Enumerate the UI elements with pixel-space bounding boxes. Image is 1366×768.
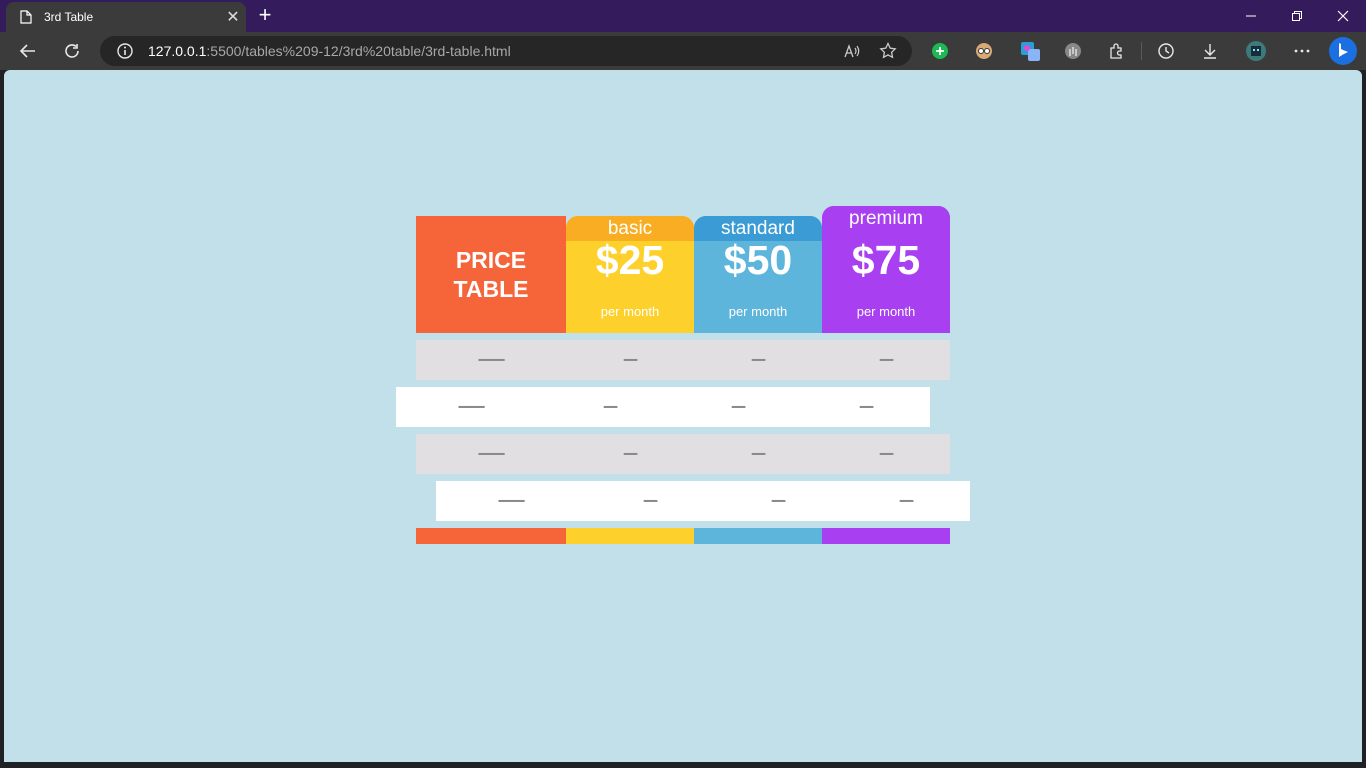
extension-gray[interactable] [1059, 38, 1087, 64]
row-cell: ━━ [603, 400, 617, 414]
title-bar: 3rd Table ✕ + [0, 0, 1366, 32]
read-aloud-button[interactable] [840, 39, 864, 63]
page-icon [20, 10, 32, 24]
plan-period: per month [856, 304, 916, 319]
plan-period: per month [728, 304, 788, 319]
add-extension-button[interactable] [926, 38, 954, 64]
row-cell: ━━━━ [458, 400, 485, 414]
row-cell: ━━ [751, 353, 765, 367]
table-row: ━━━━ ━━ ━━ ━━ [416, 434, 950, 474]
bing-icon [1329, 37, 1357, 65]
row-cell: ━━ [643, 494, 657, 508]
favorite-button[interactable] [876, 39, 900, 63]
table-row: ━━━━ ━━ ━━ ━━ [416, 340, 950, 380]
table-row: ━━━━ ━━ ━━ ━━ [396, 387, 930, 427]
reload-button[interactable] [58, 38, 86, 64]
row-cell: ━━━━ [478, 447, 505, 461]
bing-button[interactable] [1328, 35, 1358, 67]
row-cell: ━━ [623, 447, 637, 461]
minimize-button[interactable] [1228, 0, 1274, 32]
profile-circle-icon [1065, 43, 1081, 59]
settings-menu-button[interactable] [1288, 38, 1316, 64]
star-icon [879, 42, 897, 59]
table-row: ━━━━ ━━ ━━ ━━ [436, 481, 970, 521]
footer-bar-title [416, 528, 566, 544]
title-line-1: PRICE [455, 246, 527, 273]
browser-tab[interactable]: 3rd Table ✕ [6, 2, 246, 32]
reload-icon [65, 44, 79, 58]
plan-name: premium [822, 206, 950, 231]
extensions-button[interactable] [1103, 38, 1131, 64]
back-arrow-icon [19, 44, 35, 58]
extension-colorful[interactable] [1016, 38, 1044, 64]
plan-price: $75 [851, 237, 921, 283]
history-button[interactable] [1152, 38, 1180, 64]
history-icon [1158, 43, 1174, 59]
close-window-button[interactable] [1320, 0, 1366, 32]
plus-circle-icon [932, 43, 948, 59]
toolbar: 127.0.0.1:5500/tables%209-12/3rd%20table… [0, 32, 1366, 70]
row-cell: ━━ [859, 400, 873, 414]
plan-basic: basic $25 per month [566, 216, 694, 333]
restore-icon [1292, 11, 1302, 21]
plan-price: $50 [723, 237, 793, 283]
row-cell: ━━ [623, 353, 637, 367]
minimize-icon [1246, 15, 1256, 17]
extension-glasses[interactable] [970, 38, 998, 64]
title-line-2: TABLE [453, 275, 529, 302]
plan-period: per month [600, 304, 660, 319]
url-host: 127.0.0.1 [148, 43, 207, 59]
footer-bar-basic [566, 528, 694, 544]
row-cell: ━━━━ [478, 353, 505, 367]
window-bottom-edge [0, 762, 1366, 768]
price-table-title: PRICE TABLE [416, 216, 566, 333]
plan-premium: premium $75 per month [822, 206, 950, 333]
back-button[interactable] [14, 38, 42, 64]
puzzle-icon [1110, 43, 1122, 59]
avatar [1246, 41, 1266, 61]
address-bar[interactable]: 127.0.0.1:5500/tables%209-12/3rd%20table… [100, 36, 912, 66]
tab-title: 3rd Table [44, 10, 94, 24]
row-cell: ━━ [731, 400, 745, 414]
puzzle-app-icon [1021, 42, 1040, 61]
glasses-avatar-icon [976, 43, 992, 59]
row-cell: ━━ [879, 447, 893, 461]
tab-close-icon[interactable]: ✕ [220, 7, 246, 27]
row-cell: ━━ [899, 494, 913, 508]
row-cell: ━━━━ [498, 494, 525, 508]
page-viewport: PRICE TABLE basic $25 per month standard… [4, 70, 1362, 762]
more-icon [1294, 49, 1310, 53]
row-cell: ━━ [879, 353, 893, 367]
restore-button[interactable] [1274, 0, 1320, 32]
read-aloud-icon [844, 44, 860, 58]
close-icon [1337, 10, 1349, 22]
download-icon [1204, 44, 1216, 59]
site-info-icon[interactable] [116, 42, 134, 60]
row-cell: ━━ [771, 494, 785, 508]
plan-price: $25 [595, 237, 665, 283]
footer-bar-premium [822, 528, 950, 544]
footer-bar-standard [694, 528, 822, 544]
row-cell: ━━ [751, 447, 765, 461]
downloads-button[interactable] [1196, 38, 1224, 64]
new-tab-button[interactable]: + [252, 4, 278, 28]
profile-button[interactable] [1242, 38, 1270, 64]
toolbar-separator [1141, 42, 1142, 60]
url-text[interactable]: 127.0.0.1:5500/tables%209-12/3rd%20table… [148, 43, 840, 59]
plan-standard: standard $50 per month [694, 216, 822, 333]
url-path: :5500/tables%209-12/3rd%20table/3rd-tabl… [206, 43, 511, 59]
